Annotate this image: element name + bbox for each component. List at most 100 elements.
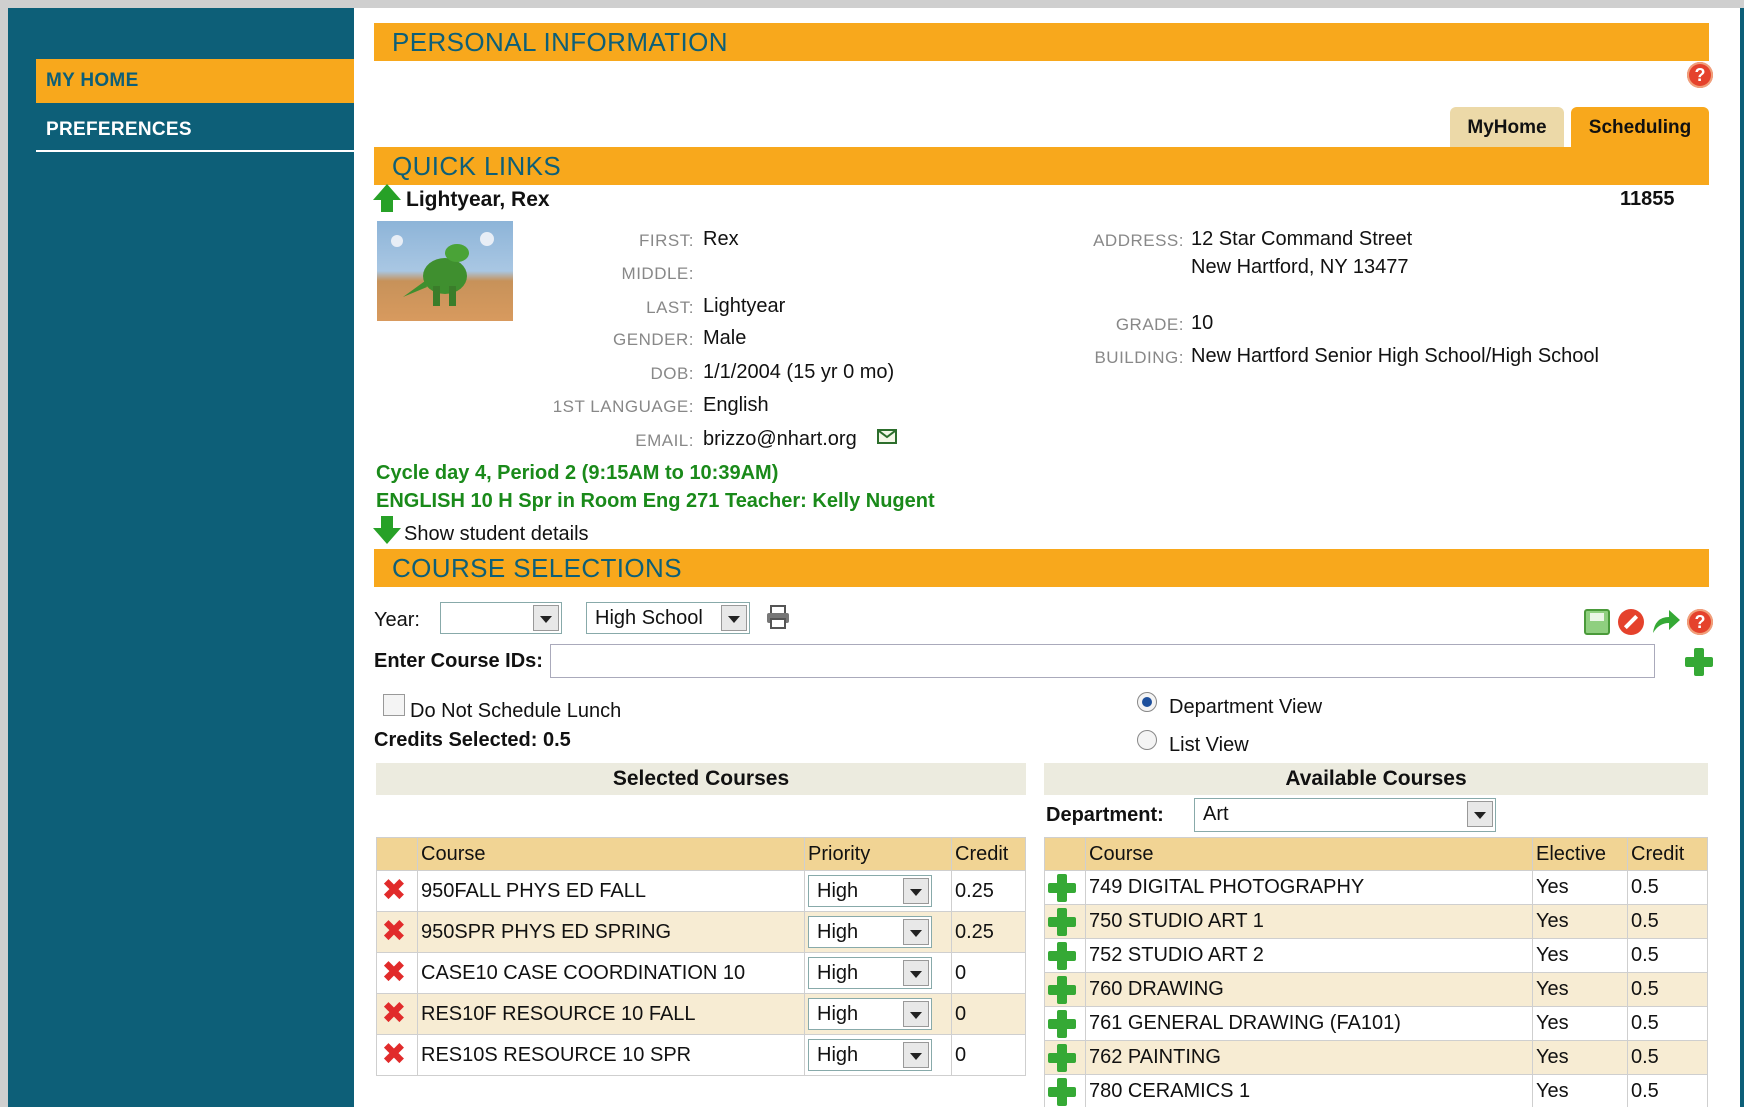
course-cell: 761 GENERAL DRAWING (FA101) <box>1085 1006 1533 1041</box>
app-frame: MY HOME PREFERENCES PERSONAL INFORMATION… <box>8 8 1744 1107</box>
chevron-down-icon[interactable] <box>721 605 747 631</box>
year-label: Year: <box>374 609 420 631</box>
credit-cell: 0.5 <box>1627 1074 1708 1107</box>
show-details-link[interactable]: Show student details <box>404 523 589 546</box>
year-select[interactable] <box>440 602 562 634</box>
add-course-icon[interactable] <box>1685 648 1713 676</box>
dob-value: 1/1/2004 (15 yr 0 mo) <box>703 361 895 383</box>
add-course-icon[interactable] <box>1048 1044 1076 1072</box>
sidebar-item-my-home[interactable]: MY HOME <box>36 59 354 103</box>
dob-label: DOB: <box>650 364 694 383</box>
table-row: ✖ 950SPR PHYS ED SPRING High 0.25 <box>376 911 1026 953</box>
department-label: Department: <box>1046 804 1164 826</box>
credit-cell: 0.25 <box>951 911 1026 953</box>
add-course-icon[interactable] <box>1048 1078 1076 1106</box>
credit-cell: 0.5 <box>1627 1040 1708 1075</box>
list-view-label: List View <box>1169 734 1249 756</box>
course-help-icon[interactable]: ? <box>1687 609 1713 635</box>
credit-column-header: Credit <box>1627 837 1708 871</box>
available-courses-title: Available Courses <box>1044 763 1708 795</box>
elective-cell: Yes <box>1532 870 1628 905</box>
gender-label: GENDER: <box>613 330 694 349</box>
table-row: ✖ RES10F RESOURCE 10 FALL High 0 <box>376 993 1026 1035</box>
list-view-radio[interactable] <box>1137 730 1157 750</box>
print-icon[interactable] <box>765 604 791 630</box>
remove-course-icon[interactable]: ✖ <box>380 917 408 947</box>
elective-cell: Yes <box>1532 1074 1628 1107</box>
priority-column-header: Priority <box>804 837 952 871</box>
cycle-day-line: Cycle day 4, Period 2 (9:15AM to 10:39AM… <box>376 462 779 484</box>
sidebar-item-preferences[interactable]: PREFERENCES <box>36 108 354 152</box>
elective-column-header: Elective <box>1532 837 1628 871</box>
credit-cell: 0.5 <box>1627 870 1708 905</box>
level-select[interactable]: High School <box>586 602 750 634</box>
last-label: LAST: <box>646 298 694 317</box>
elective-cell: Yes <box>1532 938 1628 973</box>
priority-value: High <box>817 921 859 943</box>
envelope-icon[interactable] <box>877 429 897 444</box>
add-course-icon[interactable] <box>1048 942 1076 970</box>
middle-label: MIDDLE: <box>621 264 694 283</box>
add-course-icon[interactable] <box>1048 976 1076 1004</box>
chevron-down-icon[interactable] <box>1467 801 1493 827</box>
course-column-header: Course <box>417 837 805 871</box>
credit-cell: 0 <box>951 993 1026 1035</box>
chevron-down-icon[interactable] <box>903 1042 929 1068</box>
course-ids-input[interactable] <box>550 644 1655 678</box>
save-icon[interactable] <box>1584 609 1610 635</box>
department-select-value: Art <box>1203 803 1229 825</box>
chevron-down-icon[interactable] <box>903 919 929 945</box>
table-row: ✖ 950FALL PHYS ED FALL High 0.25 <box>376 870 1026 912</box>
add-course-icon[interactable] <box>1048 1010 1076 1038</box>
priority-select[interactable]: High <box>808 957 932 989</box>
add-course-icon[interactable] <box>1048 908 1076 936</box>
chevron-down-icon[interactable] <box>903 878 929 904</box>
collapse-up-icon[interactable] <box>373 184 401 214</box>
add-course-icon[interactable] <box>1048 874 1076 902</box>
credit-cell: 0.5 <box>1627 972 1708 1007</box>
chevron-down-icon[interactable] <box>533 605 559 631</box>
table-row: 762 PAINTING Yes 0.5 <box>1044 1040 1708 1075</box>
remove-course-icon[interactable]: ✖ <box>380 958 408 988</box>
cancel-icon[interactable] <box>1618 609 1644 635</box>
building-label: BUILDING: <box>1094 348 1184 367</box>
priority-select[interactable]: High <box>808 1039 932 1071</box>
grade-label: GRADE: <box>1115 315 1184 334</box>
priority-value: High <box>817 880 859 902</box>
email-value[interactable]: brizzo@nhart.org <box>703 428 857 451</box>
course-cell: 780 CERAMICS 1 <box>1085 1074 1533 1107</box>
credit-column-header: Credit <box>951 837 1026 871</box>
remove-course-icon[interactable]: ✖ <box>380 999 408 1029</box>
chevron-down-icon[interactable] <box>903 1001 929 1027</box>
elective-cell: Yes <box>1532 904 1628 939</box>
help-icon[interactable]: ? <box>1687 62 1713 88</box>
course-cell: RES10F RESOURCE 10 FALL <box>417 993 805 1035</box>
address-line2: New Hartford, NY 13477 <box>1191 256 1409 278</box>
level-select-value: High School <box>595 607 703 629</box>
department-select[interactable]: Art <box>1194 798 1496 832</box>
course-column-header: Course <box>1085 837 1533 871</box>
credit-cell: 0.25 <box>951 870 1026 912</box>
chevron-down-icon[interactable] <box>903 960 929 986</box>
remove-course-icon[interactable]: ✖ <box>380 1040 408 1070</box>
priority-select[interactable]: High <box>808 916 932 948</box>
priority-value: High <box>817 1044 859 1066</box>
remove-course-icon[interactable]: ✖ <box>380 876 408 906</box>
priority-select[interactable]: High <box>808 998 932 1030</box>
credit-cell: 0.5 <box>1627 1006 1708 1041</box>
credit-cell: 0 <box>951 1034 1026 1076</box>
gender-value: Male <box>703 327 747 349</box>
selected-courses-table: Course Priority Credit ✖ 950FALL PHYS ED… <box>376 837 1026 1076</box>
forward-arrow-icon[interactable] <box>1651 607 1681 635</box>
priority-value: High <box>817 1003 859 1025</box>
department-view-radio[interactable] <box>1137 692 1157 712</box>
credit-cell: 0 <box>951 952 1026 994</box>
current-class-line: ENGLISH 10 H Spr in Room Eng 271 Teacher… <box>376 490 935 512</box>
tab-myhome[interactable]: MyHome <box>1450 107 1564 149</box>
table-row: 752 STUDIO ART 2 Yes 0.5 <box>1044 938 1708 973</box>
expand-down-icon[interactable] <box>373 516 401 546</box>
no-lunch-checkbox[interactable] <box>383 694 405 716</box>
tab-scheduling[interactable]: Scheduling <box>1571 107 1709 149</box>
add-column-header <box>1044 837 1086 871</box>
priority-select[interactable]: High <box>808 875 932 907</box>
